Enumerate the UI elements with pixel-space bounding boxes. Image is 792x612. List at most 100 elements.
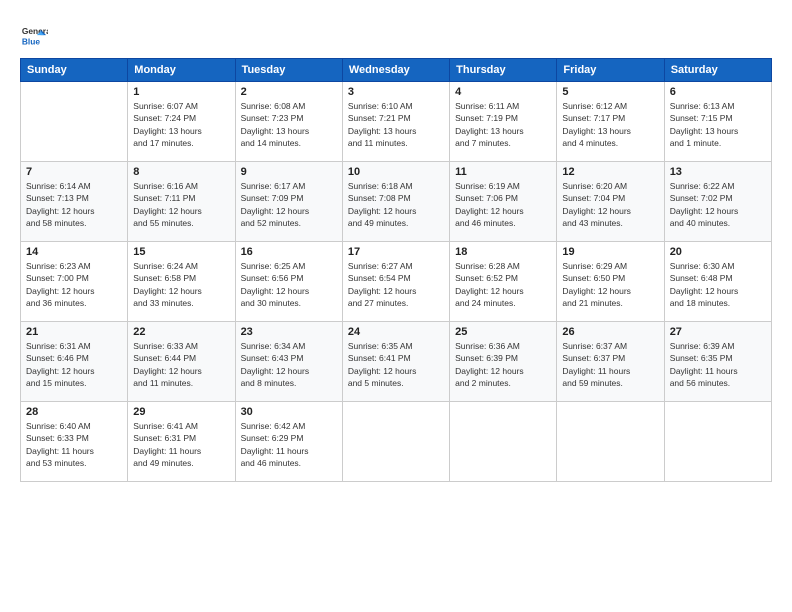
calendar-cell: 24 Sunrise: 6:35 AMSunset: 6:41 PMDayligh… [342,322,449,402]
calendar-cell: 5 Sunrise: 6:12 AMSunset: 7:17 PMDaylight… [557,82,664,162]
calendar-cell [450,402,557,482]
day-number: 2 [241,86,337,98]
calendar-cell: 7 Sunrise: 6:14 AMSunset: 7:13 PMDaylight… [21,162,128,242]
week-row-4: 21 Sunrise: 6:31 AMSunset: 6:46 PMDayligh… [21,322,772,402]
calendar-cell: 21 Sunrise: 6:31 AMSunset: 6:46 PMDayligh… [21,322,128,402]
calendar-cell [664,402,771,482]
day-info: Sunrise: 6:29 AMSunset: 6:50 PMDaylight:… [562,260,658,309]
calendar-cell: 2 Sunrise: 6:08 AMSunset: 7:23 PMDaylight… [235,82,342,162]
calendar-cell [557,402,664,482]
day-number: 13 [670,166,766,178]
calendar-cell: 9 Sunrise: 6:17 AMSunset: 7:09 PMDaylight… [235,162,342,242]
header-monday: Monday [128,59,235,82]
logo-icon: General Blue [20,22,48,50]
day-info: Sunrise: 6:16 AMSunset: 7:11 PMDaylight:… [133,180,229,229]
day-number: 17 [348,246,444,258]
day-info: Sunrise: 6:13 AMSunset: 7:15 PMDaylight:… [670,100,766,149]
calendar-cell: 20 Sunrise: 6:30 AMSunset: 6:48 PMDayligh… [664,242,771,322]
header-thursday: Thursday [450,59,557,82]
day-info: Sunrise: 6:23 AMSunset: 7:00 PMDaylight:… [26,260,122,309]
day-info: Sunrise: 6:28 AMSunset: 6:52 PMDaylight:… [455,260,551,309]
day-number: 27 [670,326,766,338]
day-info: Sunrise: 6:12 AMSunset: 7:17 PMDaylight:… [562,100,658,149]
day-number: 19 [562,246,658,258]
day-info: Sunrise: 6:17 AMSunset: 7:09 PMDaylight:… [241,180,337,229]
day-number: 10 [348,166,444,178]
calendar-cell: 8 Sunrise: 6:16 AMSunset: 7:11 PMDaylight… [128,162,235,242]
day-number: 3 [348,86,444,98]
day-number: 8 [133,166,229,178]
day-info: Sunrise: 6:25 AMSunset: 6:56 PMDaylight:… [241,260,337,309]
day-info: Sunrise: 6:34 AMSunset: 6:43 PMDaylight:… [241,340,337,389]
day-info: Sunrise: 6:36 AMSunset: 6:39 PMDaylight:… [455,340,551,389]
header-tuesday: Tuesday [235,59,342,82]
day-number: 12 [562,166,658,178]
day-number: 1 [133,86,229,98]
day-info: Sunrise: 6:42 AMSunset: 6:29 PMDaylight:… [241,420,337,469]
calendar-cell [21,82,128,162]
day-info: Sunrise: 6:40 AMSunset: 6:33 PMDaylight:… [26,420,122,469]
day-number: 9 [241,166,337,178]
week-row-1: 1 Sunrise: 6:07 AMSunset: 7:24 PMDaylight… [21,82,772,162]
day-number: 30 [241,406,337,418]
page: General Blue SundayMondayTuesdayWednesda… [0,0,792,612]
calendar-cell: 1 Sunrise: 6:07 AMSunset: 7:24 PMDaylight… [128,82,235,162]
day-number: 25 [455,326,551,338]
day-number: 6 [670,86,766,98]
day-number: 21 [26,326,122,338]
day-info: Sunrise: 6:35 AMSunset: 6:41 PMDaylight:… [348,340,444,389]
day-info: Sunrise: 6:33 AMSunset: 6:44 PMDaylight:… [133,340,229,389]
calendar: SundayMondayTuesdayWednesdayThursdayFrid… [20,58,772,482]
week-row-3: 14 Sunrise: 6:23 AMSunset: 7:00 PMDayligh… [21,242,772,322]
calendar-cell: 29Sunrise: 6:41 AMSunset: 6:31 PMDayligh… [128,402,235,482]
day-info: Sunrise: 6:31 AMSunset: 6:46 PMDaylight:… [26,340,122,389]
day-number: 24 [348,326,444,338]
calendar-cell: 23 Sunrise: 6:34 AMSunset: 6:43 PMDayligh… [235,322,342,402]
calendar-cell: 3 Sunrise: 6:10 AMSunset: 7:21 PMDaylight… [342,82,449,162]
day-info: Sunrise: 6:24 AMSunset: 6:58 PMDaylight:… [133,260,229,309]
day-number: 26 [562,326,658,338]
day-info: Sunrise: 6:10 AMSunset: 7:21 PMDaylight:… [348,100,444,149]
calendar-cell: 15Sunrise: 6:24 AMSunset: 6:58 PMDayligh… [128,242,235,322]
calendar-cell: 6 Sunrise: 6:13 AMSunset: 7:15 PMDaylight… [664,82,771,162]
logo: General Blue [20,22,52,50]
calendar-cell: 14 Sunrise: 6:23 AMSunset: 7:00 PMDayligh… [21,242,128,322]
calendar-cell: 10 Sunrise: 6:18 AMSunset: 7:08 PMDayligh… [342,162,449,242]
day-info: Sunrise: 6:39 AMSunset: 6:35 PMDaylight:… [670,340,766,389]
header-saturday: Saturday [664,59,771,82]
day-number: 7 [26,166,122,178]
day-info: Sunrise: 6:14 AMSunset: 7:13 PMDaylight:… [26,180,122,229]
calendar-cell [342,402,449,482]
day-number: 22 [133,326,229,338]
day-info: Sunrise: 6:22 AMSunset: 7:02 PMDaylight:… [670,180,766,229]
header-wednesday: Wednesday [342,59,449,82]
day-info: Sunrise: 6:18 AMSunset: 7:08 PMDaylight:… [348,180,444,229]
day-number: 11 [455,166,551,178]
day-info: Sunrise: 6:07 AMSunset: 7:24 PMDaylight:… [133,100,229,149]
day-number: 29 [133,406,229,418]
calendar-cell: 18 Sunrise: 6:28 AMSunset: 6:52 PMDayligh… [450,242,557,322]
day-number: 28 [26,406,122,418]
day-number: 14 [26,246,122,258]
day-info: Sunrise: 6:20 AMSunset: 7:04 PMDaylight:… [562,180,658,229]
day-number: 16 [241,246,337,258]
calendar-cell: 25 Sunrise: 6:36 AMSunset: 6:39 PMDayligh… [450,322,557,402]
calendar-cell: 28 Sunrise: 6:40 AMSunset: 6:33 PMDayligh… [21,402,128,482]
calendar-cell: 26Sunrise: 6:37 AMSunset: 6:37 PMDayligh… [557,322,664,402]
day-number: 4 [455,86,551,98]
svg-text:Blue: Blue [22,36,40,46]
day-number: 20 [670,246,766,258]
day-number: 23 [241,326,337,338]
week-row-5: 28 Sunrise: 6:40 AMSunset: 6:33 PMDayligh… [21,402,772,482]
day-info: Sunrise: 6:19 AMSunset: 7:06 PMDaylight:… [455,180,551,229]
day-info: Sunrise: 6:11 AMSunset: 7:19 PMDaylight:… [455,100,551,149]
calendar-header-row: SundayMondayTuesdayWednesdayThursdayFrid… [21,59,772,82]
header: General Blue [20,18,772,50]
calendar-cell: 19 Sunrise: 6:29 AMSunset: 6:50 PMDayligh… [557,242,664,322]
day-number: 5 [562,86,658,98]
day-info: Sunrise: 6:08 AMSunset: 7:23 PMDaylight:… [241,100,337,149]
day-info: Sunrise: 6:30 AMSunset: 6:48 PMDaylight:… [670,260,766,309]
day-number: 18 [455,246,551,258]
calendar-cell: 11 Sunrise: 6:19 AMSunset: 7:06 PMDayligh… [450,162,557,242]
header-sunday: Sunday [21,59,128,82]
